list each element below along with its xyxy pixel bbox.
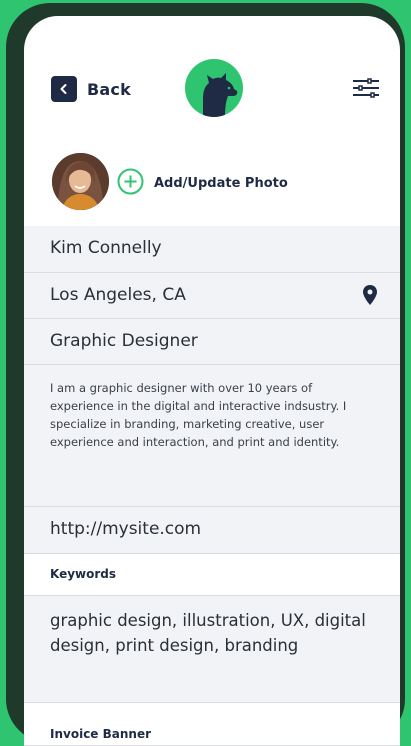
add-photo-button[interactable]: Add/Update Photo <box>117 168 288 199</box>
photo-row: Add/Update Photo <box>24 151 400 227</box>
name-field[interactable]: Kim Connelly <box>24 226 400 273</box>
profile-screen: Back Add/Update Photo Kim Connelly Los A… <box>24 16 400 746</box>
sliders-menu-icon[interactable] <box>353 78 379 98</box>
back-label: Back <box>87 79 131 99</box>
header: Back <box>24 16 400 151</box>
keywords-value: graphic design, illustration, UX, digita… <box>50 611 366 655</box>
job-title-value: Graphic Designer <box>50 331 198 351</box>
location-value: Los Angeles, CA <box>50 285 186 305</box>
website-value: http://mysite.com <box>50 519 202 539</box>
chevron-left-icon <box>51 76 77 102</box>
plus-circle-icon <box>117 168 144 199</box>
location-field[interactable]: Los Angeles, CA <box>24 273 400 319</box>
invoice-banner-label: Invoice Banner <box>50 727 152 741</box>
keywords-label-row: Keywords <box>24 554 400 596</box>
phone-frame: Back Add/Update Photo Kim Connelly Los A… <box>6 3 405 746</box>
name-value: Kim Connelly <box>50 238 162 258</box>
keywords-label: Keywords <box>50 567 117 581</box>
map-pin-icon <box>363 285 377 309</box>
bio-value: I am a graphic designer with over 10 yea… <box>50 381 347 449</box>
back-button[interactable]: Back <box>51 76 131 102</box>
dog-logo-icon <box>185 59 243 117</box>
bio-field[interactable]: I am a graphic designer with over 10 yea… <box>24 365 400 507</box>
job-title-field[interactable]: Graphic Designer <box>24 319 400 365</box>
add-photo-label: Add/Update Photo <box>154 176 288 191</box>
invoice-banner-label-row: Invoice Banner <box>24 703 400 746</box>
website-field[interactable]: http://mysite.com <box>24 507 400 554</box>
avatar[interactable] <box>52 153 109 210</box>
keywords-field[interactable]: graphic design, illustration, UX, digita… <box>24 596 400 703</box>
